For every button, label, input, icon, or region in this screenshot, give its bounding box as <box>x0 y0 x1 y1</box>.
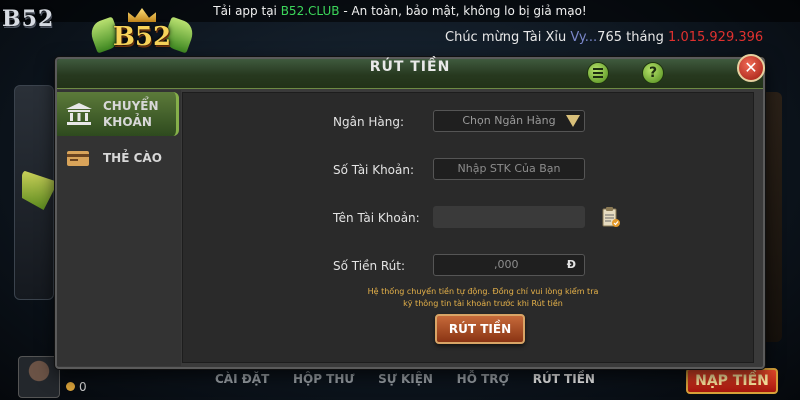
account-number-placeholder: Nhập STK Của Bạn <box>457 162 561 175</box>
history-button[interactable] <box>587 62 609 84</box>
amount-input[interactable]: ,000 Đ <box>433 254 585 276</box>
help-button[interactable]: ? <box>642 62 664 84</box>
clipboard-check-icon[interactable] <box>601 206 621 228</box>
account-name-field <box>433 206 585 228</box>
bank-select[interactable]: Chọn Ngân Hàng <box>433 110 585 132</box>
withdraw-form: Ngân Hàng: Chọn Ngân Hàng Số Tài Khoản: … <box>182 92 754 363</box>
nav-events[interactable]: SỰ KIỆN <box>378 372 433 392</box>
crown-icon <box>128 8 156 22</box>
main-logo-text: B52 <box>112 22 172 52</box>
card-icon <box>67 151 89 166</box>
avatar[interactable] <box>18 356 60 398</box>
amount-label: Số Tiền Rút: <box>333 259 406 273</box>
bank-select-value: Chọn Ngân Hàng <box>462 114 556 127</box>
nav-mailbox[interactable]: HỘP THƯ <box>293 372 354 392</box>
main-logo: B52 <box>87 8 197 60</box>
withdraw-submit-button[interactable]: RÚT TIỀN <box>435 314 525 344</box>
account-name-label: Tên Tài Khoản: <box>333 211 420 225</box>
tab-scratch-card-label: THẺ CÀO <box>103 151 162 165</box>
small-logo: B52 <box>2 6 55 32</box>
amount-placeholder: ,000 <box>494 258 519 271</box>
close-button[interactable]: ✕ <box>737 54 765 82</box>
tab-bank-transfer-line1: CHUYỂN <box>103 99 159 113</box>
player-balance-text: 0 <box>79 380 87 394</box>
help-icon: ? <box>648 65 658 81</box>
withdraw-notice: Hệ thống chuyển tiền tự động. Đồng chí v… <box>333 286 633 310</box>
player-balance: 0 <box>66 380 87 394</box>
method-tabs: CHUYỂN KHOẢN THẺ CÀO <box>57 90 181 366</box>
bank-icon <box>66 103 92 125</box>
marquee-prefix: Chúc mừng Tài Xỉu <box>445 30 571 45</box>
announcement-text-tail: - An toàn, bảo mật, không lo bị giả mạo! <box>339 4 587 18</box>
marquee-amount: 1.015.929.396 <box>668 30 764 45</box>
notice-line-1: Hệ thống chuyển tiền tự động. Đồng chí v… <box>367 287 599 296</box>
tab-scratch-card[interactable]: THẺ CÀO <box>57 136 179 180</box>
close-icon: ✕ <box>744 58 758 77</box>
marquee-mid: 765 tháng <box>597 30 669 45</box>
marquee-user: Vy... <box>570 30 598 45</box>
announcement-text: Tải app tại <box>213 4 281 18</box>
nav-settings[interactable]: CÀI ĐẶT <box>215 372 269 392</box>
nav-support[interactable]: HỖ TRỢ <box>457 372 509 392</box>
tab-bank-transfer[interactable]: CHUYỂN KHOẢN <box>57 92 179 136</box>
list-icon <box>593 68 603 78</box>
deposit-button[interactable]: NẠP TIỀN <box>686 368 778 394</box>
chevron-down-icon <box>566 115 580 127</box>
currency-symbol: Đ <box>566 258 576 271</box>
winner-marquee: Chúc mừng Tài Xỉu Vy...765 tháng 1.015.9… <box>445 30 763 45</box>
withdraw-modal: RÚT TIỀN ? ✕ CHUYỂN KHOẢN THẺ CÀO Ngân H… <box>55 54 765 369</box>
brand-link[interactable]: B52.CLUB <box>281 4 340 18</box>
account-number-label: Số Tài Khoản: <box>333 163 415 177</box>
bank-label: Ngân Hàng: <box>333 115 405 129</box>
account-number-input[interactable]: Nhập STK Của Bạn <box>433 158 585 180</box>
bottom-nav: CÀI ĐẶT HỘP THƯ SỰ KIỆN HỖ TRỢ RÚT TIỀN <box>215 372 595 392</box>
nav-withdraw[interactable]: RÚT TIỀN <box>533 372 595 392</box>
notice-line-2: kỹ thông tin tài khoản trước khi Rút tiề… <box>403 299 563 308</box>
coin-icon <box>66 382 75 391</box>
tab-bank-transfer-line2: KHOẢN <box>103 115 152 129</box>
tab-bank-transfer-label: CHUYỂN KHOẢN <box>103 98 159 130</box>
